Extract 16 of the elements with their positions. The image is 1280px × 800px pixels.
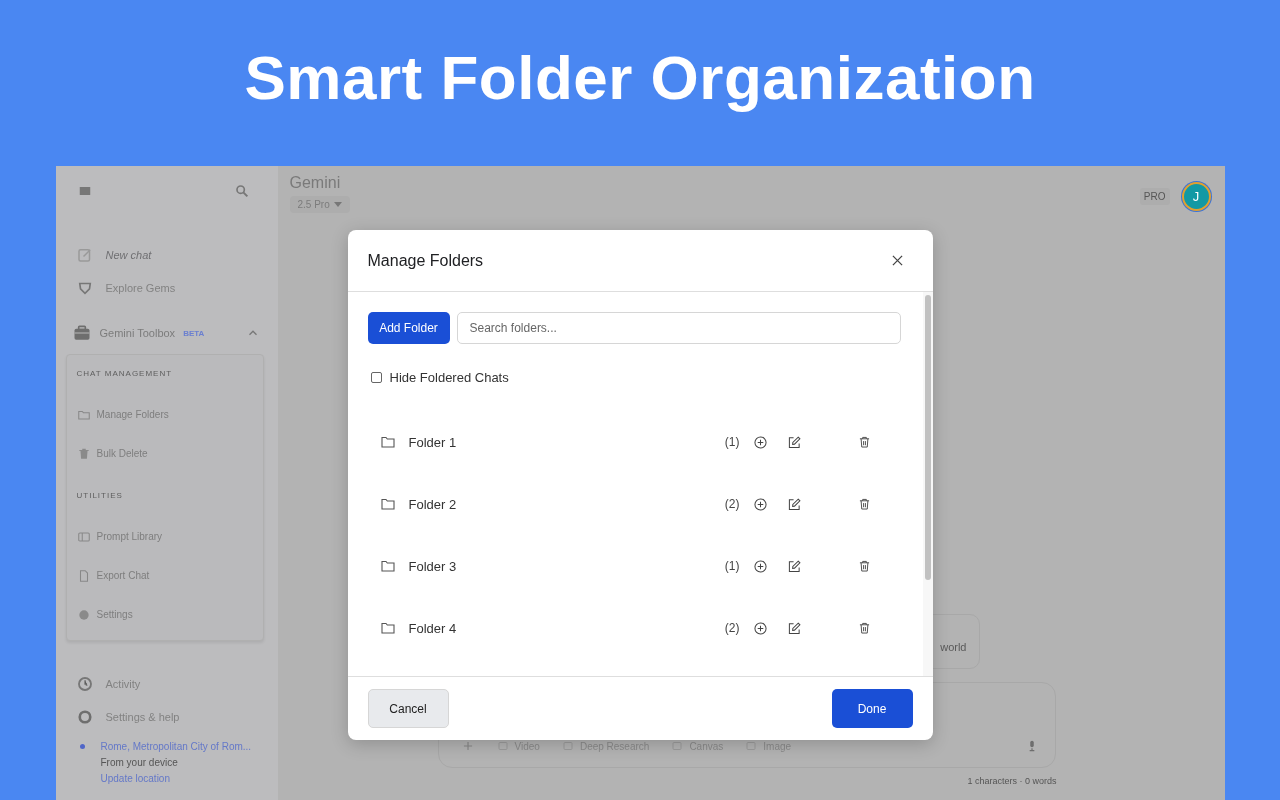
chat-count: (2) <box>724 497 740 511</box>
dialog-title: Manage Folders <box>367 251 484 270</box>
app-title: Gemini <box>289 174 342 192</box>
pro-badge: PRO <box>1139 187 1170 205</box>
section-heading: UTILITIES <box>76 491 124 502</box>
checkbox-label: Hide Foldered Chats <box>389 370 509 385</box>
section-heading: CHAT MANAGEMENT <box>76 369 174 380</box>
beta-label: BETA <box>183 328 206 338</box>
chat-count: (2) <box>724 621 740 635</box>
character-counter: 1 characters · 0 words <box>967 776 1058 786</box>
chat-count: (1) <box>724 435 740 449</box>
location-source: From your device <box>100 756 179 770</box>
suggestion-text: world <box>940 640 967 653</box>
location-name: Rome, Metropolitan City of Rom... <box>100 740 252 754</box>
headline: Smart Folder Organization <box>244 42 1036 114</box>
chat-count: (1) <box>724 559 740 573</box>
